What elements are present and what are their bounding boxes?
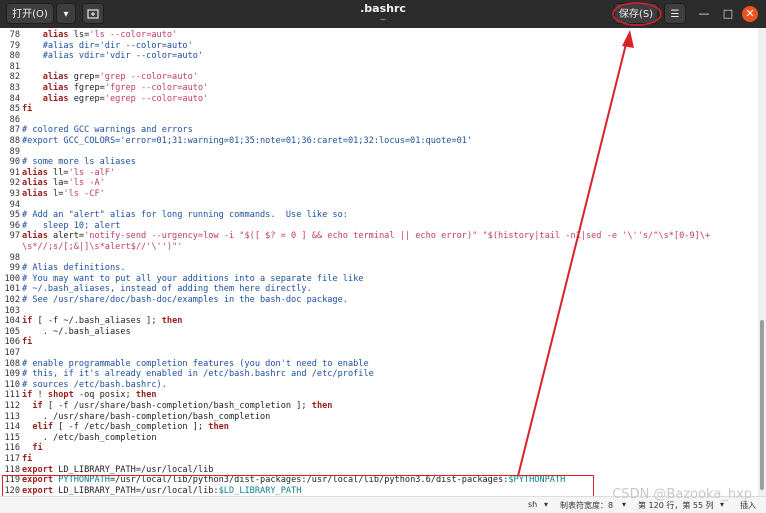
annotation-arrow bbox=[517, 30, 634, 477]
watermark: CSDN @Bazooka_hxp bbox=[612, 487, 752, 502]
language-selector[interactable]: sh bbox=[528, 500, 537, 509]
tab-width-selector[interactable]: 制表符宽度：8 bbox=[560, 500, 613, 511]
language-dropdown-icon: ▾ bbox=[544, 500, 549, 509]
